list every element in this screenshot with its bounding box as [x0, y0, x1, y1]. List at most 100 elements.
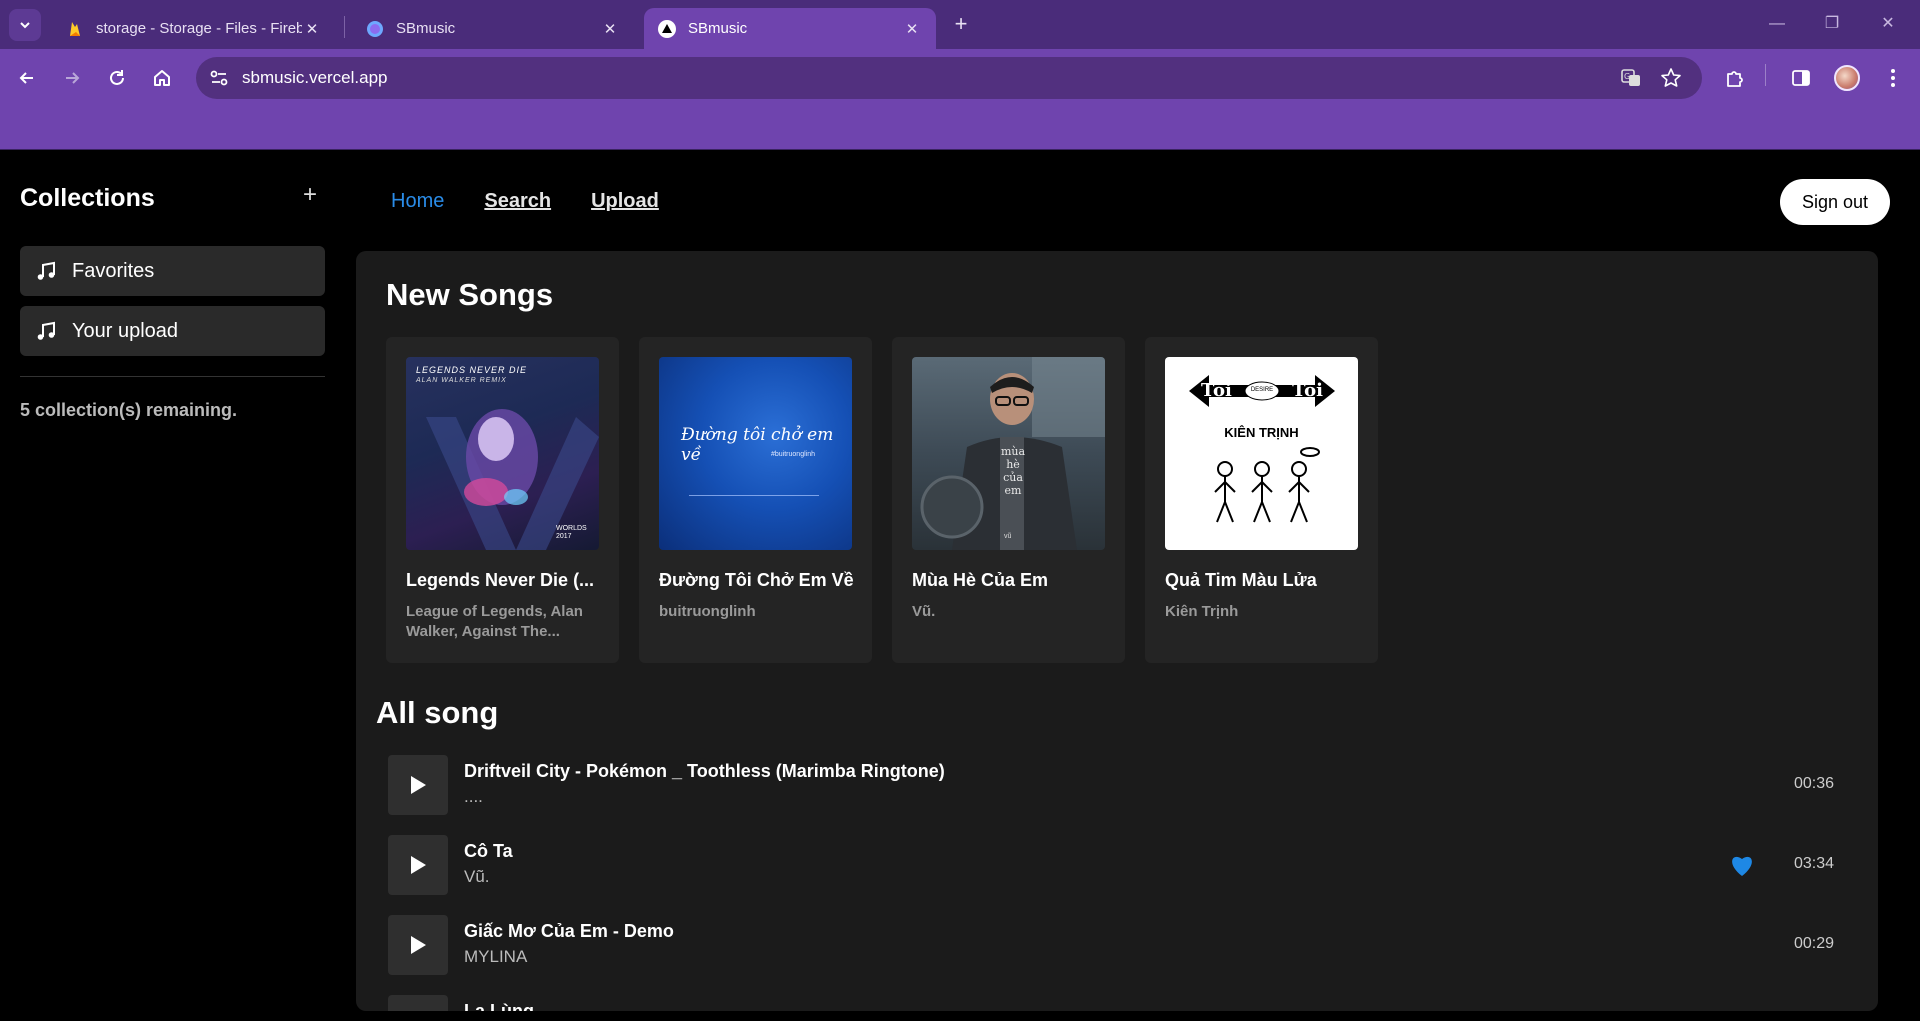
song-card[interactable]: LEGENDS NEVER DIE ALAN WALKER REMIX WORL…: [386, 337, 619, 663]
cover-subtext: #buitruonglinh: [771, 451, 815, 458]
song-card-artist: League of Legends, Alan Walker, Against …: [406, 603, 583, 640]
cover-text: Đường tôi chở em về: [681, 425, 834, 465]
waveform-line: [689, 495, 819, 496]
album-cover-duong-toi: Đường tôi chở em về #buitruonglinh: [659, 357, 852, 550]
song-artist: MYLINA: [464, 947, 528, 966]
browser-toolbar: sbmusic.vercel.app G: [0, 49, 1920, 108]
album-cover-legends: LEGENDS NEVER DIE ALAN WALKER REMIX WORL…: [406, 357, 599, 550]
song-row[interactable]: Giấc Mơ Của Em - Demo MYLINA 00:29: [388, 915, 1848, 975]
tab-title: SBmusic: [688, 20, 748, 37]
menu-button[interactable]: [1880, 65, 1906, 91]
svg-text:G: G: [1624, 72, 1630, 81]
browser-info-bar: [0, 108, 1920, 150]
arrow-right-icon: [66, 72, 80, 84]
browser-tab-firebase[interactable]: storage - Storage - Files - Fireba ✕: [52, 8, 336, 49]
profile-avatar[interactable]: [1834, 65, 1860, 91]
sidebar-divider: [20, 376, 325, 377]
tab-title: storage - Storage - Files - Fireba: [96, 20, 302, 37]
top-nav: Home Search Upload: [391, 190, 659, 213]
sidebar-item-label: Favorites: [72, 259, 155, 282]
cover-subtext: ALAN WALKER REMIX: [416, 377, 507, 384]
song-card-title: Mùa Hè Của Em: [912, 570, 1049, 590]
song-card-artist: buitruonglinh: [659, 603, 756, 620]
play-button[interactable]: [388, 915, 448, 975]
all-songs-heading: All song: [376, 695, 499, 730]
star-icon[interactable]: [1660, 67, 1682, 89]
song-row[interactable]: Cô Ta Vũ. 03:34: [388, 835, 1848, 895]
song-card-title: Quả Tim Màu Lửa: [1165, 570, 1317, 590]
music-note-icon: [34, 319, 58, 343]
song-card-title: Đường Tôi Chở Em Về: [659, 570, 854, 590]
song-artist: Vũ.: [464, 867, 490, 886]
sign-out-button[interactable]: Sign out: [1780, 179, 1890, 225]
close-tab-icon[interactable]: ✕: [600, 20, 620, 38]
chevron-down-icon: [20, 22, 30, 29]
play-button[interactable]: [388, 835, 448, 895]
sidebar-item-label: Your upload: [72, 319, 179, 342]
main-content: New Songs LEGENDS NEVER DIE ALAN WALKER …: [356, 251, 1878, 1011]
song-title: Cô Ta: [464, 841, 513, 861]
song-card[interactable]: Đường tôi chở em về #buitruonglinh Đường…: [639, 337, 872, 663]
nav-home-link[interactable]: Home: [391, 190, 444, 213]
back-button[interactable]: [14, 65, 40, 91]
side-panel-button[interactable]: [1788, 65, 1814, 91]
restore-icon[interactable]: ❐: [1820, 12, 1844, 36]
tab-search-button[interactable]: [9, 9, 41, 41]
firebase-icon: [70, 21, 80, 36]
cover-subtext: vũ: [1004, 533, 1012, 540]
heart-icon[interactable]: [1728, 852, 1756, 878]
tab-title: SBmusic: [396, 20, 456, 37]
browser-tab-strip: storage - Storage - Files - Fireba ✕ SBm…: [0, 0, 1920, 49]
address-bar[interactable]: sbmusic.vercel.app G: [196, 57, 1702, 99]
cover-mid-text: DESIRE: [1250, 387, 1274, 393]
song-title: La Lùng: [464, 1001, 534, 1011]
sidebar-item-your-upload[interactable]: Your upload: [20, 306, 325, 356]
song-card-artist: Vũ.: [912, 603, 936, 620]
home-icon: [154, 70, 170, 86]
album-cover-mua-he: mùa hè của em vũ: [912, 357, 1105, 550]
browser-tab-sbmusic[interactable]: SBmusic ✕: [352, 8, 634, 49]
cover-subtext: KIÊN TRỊNH: [1224, 425, 1299, 440]
nav-search-link[interactable]: Search: [484, 190, 551, 213]
song-title: Driftveil City - Pokémon _ Toothless (Ma…: [464, 761, 945, 781]
url-text: sbmusic.vercel.app: [242, 68, 388, 87]
more-vertical-icon: [1891, 69, 1895, 87]
sbmusic-favicon: [367, 20, 383, 37]
close-window-icon[interactable]: ✕: [1876, 12, 1900, 36]
sidebar-title: Collections: [20, 184, 155, 212]
puzzle-icon: [1727, 71, 1743, 87]
extensions-button[interactable]: [1722, 65, 1748, 91]
site-info-icon[interactable]: [208, 67, 230, 89]
song-duration: 03:34: [1794, 855, 1835, 872]
song-row[interactable]: La Lùng: [388, 995, 1848, 1011]
nav-upload-link[interactable]: Upload: [591, 190, 659, 213]
close-tab-icon[interactable]: ✕: [902, 20, 922, 38]
close-tab-icon[interactable]: ✕: [302, 20, 322, 38]
vercel-icon: [658, 19, 676, 38]
song-card[interactable]: Tôi Tôi DESIRE KIÊN TRỊNH Quả Tim Màu Lử…: [1145, 337, 1378, 663]
add-collection-button[interactable]: +: [298, 183, 322, 208]
side-panel-icon: [1792, 70, 1810, 86]
sidebar: Collections + Favorites Your upload 5 co…: [0, 151, 345, 1021]
play-icon: [411, 856, 426, 874]
toolbar-separator: [1765, 64, 1766, 86]
play-button[interactable]: [388, 995, 448, 1011]
translate-icon[interactable]: G: [1620, 67, 1642, 89]
song-artist: ....: [464, 787, 483, 806]
reload-button[interactable]: [104, 65, 130, 91]
play-icon: [411, 776, 426, 794]
browser-tab-sbmusic-active[interactable]: SBmusic ✕: [644, 8, 936, 49]
collections-remaining-text: 5 collection(s) remaining.: [20, 400, 238, 420]
sidebar-item-favorites[interactable]: Favorites: [20, 246, 325, 296]
home-button[interactable]: [149, 65, 175, 91]
forward-button[interactable]: [59, 65, 85, 91]
play-button[interactable]: [388, 755, 448, 815]
song-row[interactable]: Driftveil City - Pokémon _ Toothless (Ma…: [388, 755, 1848, 815]
minimize-icon[interactable]: —: [1765, 12, 1789, 36]
play-icon: [411, 936, 426, 954]
new-tab-button[interactable]: +: [948, 12, 974, 38]
cover-text: mùa hè của em: [1000, 445, 1026, 497]
song-card[interactable]: mùa hè của em vũ Mùa Hè Của Em Vũ.: [892, 337, 1125, 663]
music-note-icon: [34, 259, 58, 283]
album-cover-qua-tim: Tôi Tôi DESIRE KIÊN TRỊNH: [1165, 357, 1358, 550]
